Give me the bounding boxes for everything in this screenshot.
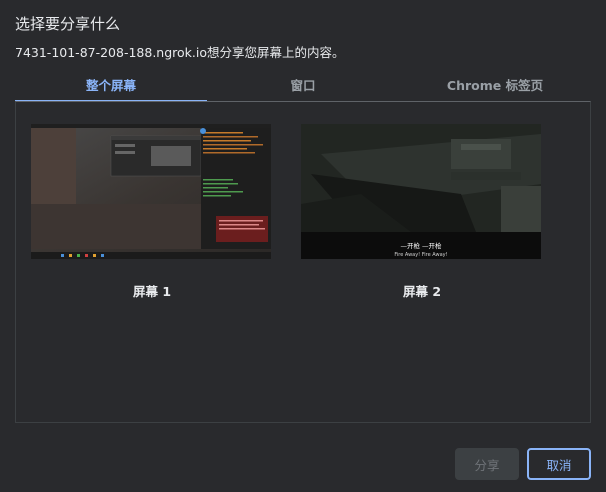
source-tabs: 整个屏幕 窗口 Chrome 标签页 (15, 72, 591, 102)
tab-entire-screen[interactable]: 整个屏幕 (15, 72, 207, 102)
screen-2-thumbnail: —开枪 —开枪 Fire Away! Fire Away! (301, 124, 541, 259)
dialog-title: 选择要分享什么 (15, 15, 121, 33)
screen-1-label: 屏幕 1 (132, 284, 172, 299)
tab-window[interactable]: 窗口 (207, 72, 399, 102)
screen-2-label: 屏幕 2 (402, 284, 442, 299)
video-subtitle-en: Fire Away! Fire Away! (394, 252, 447, 258)
screen-1-thumbnail (31, 124, 271, 259)
screen-1-option[interactable]: 屏幕 1 (31, 124, 273, 300)
video-subtitle-cn: —开枪 —开枪 (400, 241, 442, 250)
screen-2-option[interactable]: —开枪 —开枪 Fire Away! Fire Away! 屏幕 2 (301, 124, 543, 300)
source-panel: 屏幕 1 —开枪 —开枪 Fire Away! Fire Away! 屏幕 2 (15, 101, 591, 423)
share-button[interactable]: 分享 (455, 448, 519, 480)
dialog-subtitle: 7431-101-87-208-188.ngrok.io想分享您屏幕上的内容。 (15, 45, 345, 60)
tab-chrome-tab[interactable]: Chrome 标签页 (399, 72, 591, 102)
share-screen-dialog: 选择要分享什么 7431-101-87-208-188.ngrok.io想分享您… (0, 0, 606, 492)
cancel-button[interactable]: 取消 (527, 448, 591, 480)
